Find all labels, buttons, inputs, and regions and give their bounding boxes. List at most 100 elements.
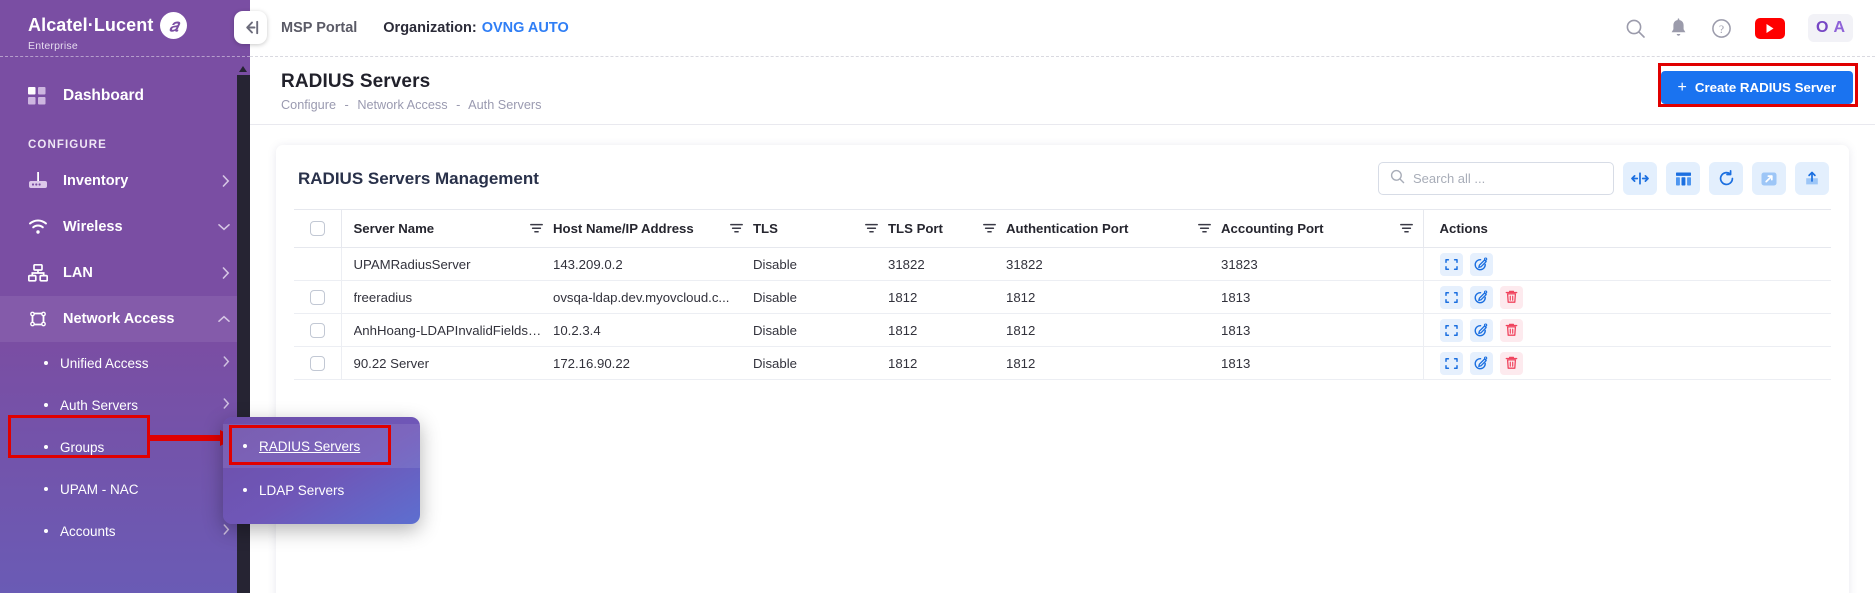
cell-authentication-port: 1812 bbox=[1006, 347, 1221, 380]
sidebar-item-label: Network Access bbox=[63, 311, 218, 327]
row-checkbox[interactable] bbox=[310, 290, 325, 305]
sidebar-item-wireless[interactable]: Wireless bbox=[0, 204, 250, 250]
column-header-server-name[interactable]: Server Name bbox=[341, 210, 553, 248]
breadcrumb-item-network-access[interactable]: Network Access bbox=[357, 98, 447, 112]
flyout-item-label: RADIUS Servers bbox=[259, 439, 360, 454]
flyout-item-ldap-servers[interactable]: LDAP Servers bbox=[223, 468, 420, 512]
sidebar-item-label: Wireless bbox=[63, 219, 218, 235]
filter-icon[interactable] bbox=[983, 223, 996, 234]
edit-icon[interactable] bbox=[1470, 352, 1493, 375]
sidebar-item-inventory[interactable]: Inventory bbox=[0, 158, 250, 204]
table-row[interactable]: UPAMRadiusServer 143.209.0.2 Disable 318… bbox=[294, 248, 1831, 281]
cell-host-name: ovsqa-ldap.dev.myovcloud.c... bbox=[553, 281, 753, 314]
organization-name[interactable]: OVNG AUTO bbox=[482, 20, 569, 36]
view-icon[interactable] bbox=[1440, 253, 1463, 276]
create-radius-server-button[interactable]: + Create RADIUS Server bbox=[1661, 71, 1854, 104]
cell-tls-port: 1812 bbox=[888, 281, 1006, 314]
table-row[interactable]: 90.22 Server 172.16.90.22 Disable 1812 1… bbox=[294, 347, 1831, 380]
search-box[interactable] bbox=[1378, 162, 1614, 195]
column-header-authentication-port[interactable]: Authentication Port bbox=[1006, 210, 1221, 248]
chevron-right-icon bbox=[222, 267, 230, 279]
sidebar-item-label: LAN bbox=[63, 265, 222, 281]
filter-icon[interactable] bbox=[530, 223, 543, 234]
card-header: RADIUS Servers Management bbox=[276, 145, 1849, 209]
row-checkbox[interactable] bbox=[310, 356, 325, 371]
cell-actions bbox=[1423, 347, 1831, 380]
table-header-row: Server Name Host Name/IP Address bbox=[294, 210, 1831, 248]
column-label: Host Name/IP Address bbox=[553, 221, 730, 236]
grid-icon bbox=[28, 87, 54, 105]
filter-icon[interactable] bbox=[730, 223, 743, 234]
select-all-checkbox[interactable] bbox=[310, 221, 325, 236]
breadcrumb: Configure - Network Access - Auth Server… bbox=[281, 98, 542, 112]
msp-portal-link[interactable]: MSP Portal bbox=[281, 20, 357, 36]
help-icon[interactable]: ? bbox=[1711, 18, 1732, 39]
cell-server-name: freeradius bbox=[341, 281, 553, 314]
column-header-host-name[interactable]: Host Name/IP Address bbox=[553, 210, 753, 248]
cell-tls: Disable bbox=[753, 281, 888, 314]
sidebar-item-network-access[interactable]: Network Access bbox=[0, 296, 250, 342]
row-select-cell bbox=[294, 248, 341, 281]
cell-server-name: UPAMRadiusServer bbox=[341, 248, 553, 281]
row-checkbox[interactable] bbox=[310, 323, 325, 338]
cell-authentication-port: 31822 bbox=[1006, 248, 1221, 281]
breadcrumb-item-auth-servers[interactable]: Auth Servers bbox=[468, 98, 541, 112]
expand-icon[interactable] bbox=[1752, 162, 1786, 195]
upload-icon[interactable] bbox=[1795, 162, 1829, 195]
table-body: UPAMRadiusServer 143.209.0.2 Disable 318… bbox=[294, 248, 1831, 380]
avatar[interactable]: O A bbox=[1808, 14, 1853, 42]
top-bar: MSP Portal Organization:OVNG AUTO bbox=[250, 0, 1875, 57]
fit-columns-icon[interactable] bbox=[1623, 162, 1657, 195]
edit-icon[interactable] bbox=[1470, 286, 1493, 309]
youtube-icon[interactable] bbox=[1755, 18, 1785, 39]
edit-icon[interactable] bbox=[1470, 253, 1493, 276]
search-icon bbox=[1390, 169, 1405, 189]
bell-icon[interactable] bbox=[1669, 18, 1688, 39]
chevron-up-icon bbox=[218, 315, 230, 323]
view-icon[interactable] bbox=[1440, 352, 1463, 375]
card-toolbar bbox=[1378, 162, 1829, 195]
cell-host-name: 172.16.90.22 bbox=[553, 347, 753, 380]
table-row[interactable]: AnhHoang-LDAPInvalidFields ForAP 10.2.3.… bbox=[294, 314, 1831, 347]
view-icon[interactable] bbox=[1440, 286, 1463, 309]
flyout-item-label: LDAP Servers bbox=[259, 483, 344, 498]
column-header-accounting-port[interactable]: Accounting Port bbox=[1221, 210, 1423, 248]
sidebar-item-upam-nac[interactable]: UPAM - NAC bbox=[0, 468, 250, 510]
refresh-icon[interactable] bbox=[1709, 162, 1743, 195]
column-header-tls[interactable]: TLS bbox=[753, 210, 888, 248]
bullet-icon bbox=[44, 445, 48, 449]
column-settings-icon[interactable] bbox=[1666, 162, 1700, 195]
view-icon[interactable] bbox=[1440, 319, 1463, 342]
column-header-tls-port[interactable]: TLS Port bbox=[888, 210, 1006, 248]
sidebar-item-accounts[interactable]: Accounts bbox=[0, 510, 250, 552]
row-select-cell bbox=[294, 314, 341, 347]
delete-icon[interactable] bbox=[1500, 286, 1523, 309]
radius-servers-card: RADIUS Servers Management bbox=[276, 145, 1849, 593]
row-select-cell bbox=[294, 281, 341, 314]
delete-icon[interactable] bbox=[1500, 319, 1523, 342]
search-icon[interactable] bbox=[1625, 18, 1646, 39]
create-radius-server-label: Create RADIUS Server bbox=[1695, 80, 1836, 95]
filter-icon[interactable] bbox=[1400, 223, 1413, 234]
search-input[interactable] bbox=[1413, 171, 1602, 186]
sidebar-item-dashboard[interactable]: Dashboard bbox=[0, 71, 250, 121]
column-label: TLS Port bbox=[888, 221, 983, 236]
sidebar-item-unified-access[interactable]: Unified Access bbox=[0, 342, 250, 384]
bullet-icon bbox=[243, 488, 247, 492]
sidebar-item-auth-servers[interactable]: Auth Servers bbox=[0, 384, 250, 426]
card-title: RADIUS Servers Management bbox=[298, 169, 539, 189]
sidebar-item-lan[interactable]: LAN bbox=[0, 250, 250, 296]
column-label: Actions bbox=[1440, 221, 1488, 236]
edit-icon[interactable] bbox=[1470, 319, 1493, 342]
collapse-left-icon bbox=[241, 20, 260, 35]
cell-actions bbox=[1423, 281, 1831, 314]
sidebar-item-label: Unified Access bbox=[60, 356, 223, 371]
bullet-icon bbox=[44, 403, 48, 407]
filter-icon[interactable] bbox=[1198, 223, 1211, 234]
flyout-item-radius-servers[interactable]: RADIUS Servers bbox=[223, 424, 420, 468]
filter-icon[interactable] bbox=[865, 223, 878, 234]
delete-icon[interactable] bbox=[1500, 352, 1523, 375]
table-row[interactable]: freeradius ovsqa-ldap.dev.myovcloud.c...… bbox=[294, 281, 1831, 314]
breadcrumb-item-configure[interactable]: Configure bbox=[281, 98, 336, 112]
collapse-sidebar-button[interactable] bbox=[234, 11, 267, 44]
